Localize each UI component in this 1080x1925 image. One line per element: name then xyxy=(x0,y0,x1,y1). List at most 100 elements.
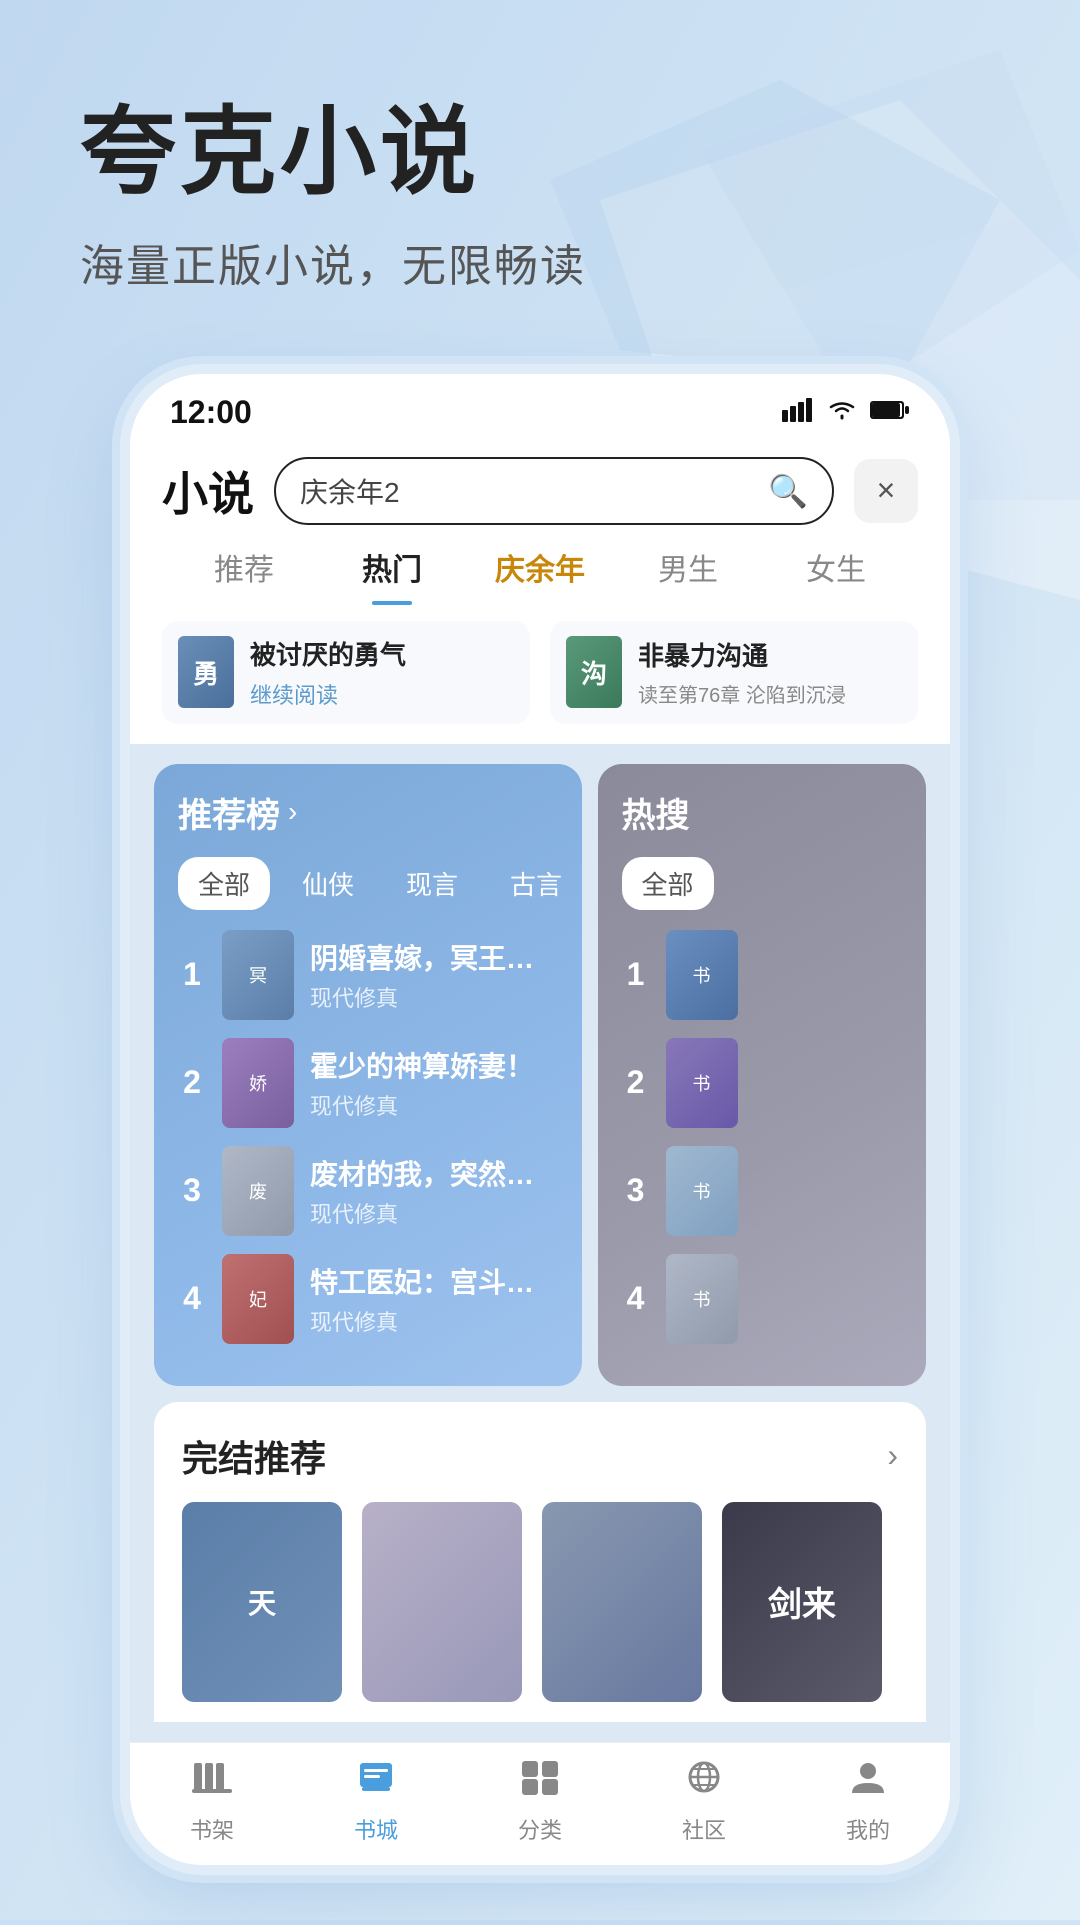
book-title-3: 废材的我，突然有了亿万年 xyxy=(310,1153,558,1193)
close-button[interactable]: × xyxy=(854,459,918,523)
status-bar: 12:00 xyxy=(130,374,950,441)
chip-guyan[interactable]: 古言 xyxy=(490,857,581,910)
completed-book-4[interactable]: 剑来 xyxy=(722,1502,882,1702)
book-genre-3: 现代修真 xyxy=(310,1197,558,1229)
nav-mine[interactable]: 我的 xyxy=(786,1743,950,1865)
nav-bookstore[interactable]: 书城 xyxy=(294,1743,458,1865)
recent-card-2[interactable]: 沟 非暴力沟通 读至第76章 沦陷到沉浸 xyxy=(550,621,918,724)
tab-hot[interactable]: 热门 xyxy=(318,545,466,605)
book-genre-4: 现代修真 xyxy=(310,1305,558,1337)
recommend-chips-row: 全部 仙侠 现言 古言 都市 xyxy=(178,857,558,910)
hotsearch-panel-header: 热搜 xyxy=(622,788,903,837)
completed-cover-1: 天 xyxy=(182,1502,342,1702)
mine-icon xyxy=(848,1759,888,1805)
bookstore-icon xyxy=(356,1759,396,1805)
book-info-1: 阴婚喜嫁，冥王老公沦陷了 现代修真 xyxy=(310,937,558,1013)
completed-book-1[interactable]: 天 xyxy=(182,1502,342,1702)
app-header: 小说 庆余年2 🔍 × xyxy=(130,441,950,525)
hotsearch-book-4[interactable]: 4 书 xyxy=(622,1254,903,1344)
recent-title-2: 非暴力沟通 xyxy=(638,636,902,673)
status-time: 12:00 xyxy=(170,394,252,431)
cover-1: 冥 xyxy=(222,930,294,1020)
chip-xianxia[interactable]: 仙侠 xyxy=(282,857,374,910)
recommend-book-2[interactable]: 2 娇 霍少的神算娇妻！ 现代修真 xyxy=(178,1038,558,1128)
nav-category[interactable]: 分类 xyxy=(458,1743,622,1865)
phone-wrapper: 12:00 xyxy=(0,374,1080,1865)
search-input-text: 庆余年2 xyxy=(300,471,756,511)
category-icon xyxy=(520,1759,560,1805)
tab-female[interactable]: 女生 xyxy=(762,545,910,605)
hotsearch-chip-all[interactable]: 全部 xyxy=(622,857,714,910)
book-genre-2: 现代修真 xyxy=(310,1089,558,1121)
book-title-4: 特工医妃：宫斗全靠我 xyxy=(310,1261,558,1301)
nav-bookshelf[interactable]: 书架 xyxy=(130,1743,294,1865)
community-icon xyxy=(684,1759,724,1805)
bottom-nav: 书架 书城 xyxy=(130,1742,950,1865)
completed-section-header: 完结推荐 › xyxy=(182,1430,898,1482)
chip-all[interactable]: 全部 xyxy=(178,857,270,910)
recommend-book-4[interactable]: 4 妃 特工医妃：宫斗全靠我 现代修真 xyxy=(178,1254,558,1344)
nav-community[interactable]: 社区 xyxy=(622,1743,786,1865)
search-bar[interactable]: 庆余年2 🔍 xyxy=(274,457,834,525)
completed-cover-2 xyxy=(362,1502,522,1702)
hotsearch-cover-4: 书 xyxy=(666,1254,738,1344)
panels-row: 推荐榜 › 全部 仙侠 现言 古言 都市 1 冥 xyxy=(154,764,926,1386)
battery-icon xyxy=(870,399,910,426)
hotsearch-book-1[interactable]: 1 书 xyxy=(622,930,903,1020)
search-icon[interactable]: 🔍 xyxy=(768,472,808,510)
header-logo: 小说 xyxy=(162,458,254,524)
recent-card-1[interactable]: 勇 被讨厌的勇气 继续阅读 xyxy=(162,621,530,724)
hotsearch-rank-4: 4 xyxy=(622,1280,650,1317)
tab-special[interactable]: 庆余年 xyxy=(466,545,614,605)
hotsearch-cover-2: 书 xyxy=(666,1038,738,1128)
recommend-panel-title: 推荐榜 xyxy=(178,788,280,837)
hotsearch-panel: 热搜 全部 1 书 2 书 xyxy=(598,764,927,1386)
cover-2: 娇 xyxy=(222,1038,294,1128)
recent-info-1: 被讨厌的勇气 继续阅读 xyxy=(250,635,514,710)
cover-4: 妃 xyxy=(222,1254,294,1344)
rank-3: 3 xyxy=(178,1172,206,1209)
tabs-row: 推荐 热门 庆余年 男生 女生 xyxy=(130,525,950,605)
phone-frame: 12:00 xyxy=(130,374,950,1865)
recommend-panel-arrow[interactable]: › xyxy=(288,796,297,828)
book-info-2: 霍少的神算娇妻！ 现代修真 xyxy=(310,1045,558,1121)
hotsearch-cover-3: 书 xyxy=(666,1146,738,1236)
hotsearch-book-3[interactable]: 3 书 xyxy=(622,1146,903,1236)
recent-action-1: 继续阅读 xyxy=(250,678,514,710)
completed-section-arrow[interactable]: › xyxy=(887,1437,898,1474)
tab-recommend[interactable]: 推荐 xyxy=(170,545,318,605)
hotsearch-rank-1: 1 xyxy=(622,956,650,993)
nav-bookshelf-label: 书架 xyxy=(190,1813,234,1845)
brand-area: 夸克小说 海量正版小说，无限畅读 xyxy=(0,0,1080,354)
recommend-panel-header: 推荐榜 › xyxy=(178,788,558,837)
completed-book-3[interactable] xyxy=(542,1502,702,1702)
rank-4: 4 xyxy=(178,1280,206,1317)
completed-books-row: 天 剑来 xyxy=(182,1502,898,1702)
hotsearch-chips: 全部 xyxy=(622,857,903,910)
recommend-book-3[interactable]: 3 废 废材的我，突然有了亿万年 现代修真 xyxy=(178,1146,558,1236)
completed-book-2[interactable] xyxy=(362,1502,522,1702)
recent-title-1: 被讨厌的勇气 xyxy=(250,635,514,672)
tab-male[interactable]: 男生 xyxy=(614,545,762,605)
book-info-4: 特工医妃：宫斗全靠我 现代修真 xyxy=(310,1261,558,1337)
book-genre-1: 现代修真 xyxy=(310,981,558,1013)
completed-cover-3 xyxy=(542,1502,702,1702)
completed-section: 完结推荐 › 天 剑来 xyxy=(154,1402,926,1722)
main-content: 推荐榜 › 全部 仙侠 现言 古言 都市 1 冥 xyxy=(130,744,950,1742)
hotsearch-book-2[interactable]: 2 书 xyxy=(622,1038,903,1128)
nav-category-label: 分类 xyxy=(518,1813,562,1845)
app-title: 夸克小说 xyxy=(80,100,1000,206)
rank-1: 1 xyxy=(178,956,206,993)
status-icons xyxy=(782,398,910,427)
recent-action-2: 读至第76章 沦陷到沉浸 xyxy=(638,679,902,708)
recent-thumb-2: 沟 xyxy=(566,636,622,708)
signal-icon xyxy=(782,398,814,427)
app-subtitle: 海量正版小说，无限畅读 xyxy=(80,230,1000,294)
nav-community-label: 社区 xyxy=(682,1813,726,1845)
hotsearch-rank-2: 2 xyxy=(622,1064,650,1101)
recent-thumb-1: 勇 xyxy=(178,636,234,708)
chip-xiandai[interactable]: 现言 xyxy=(386,857,478,910)
hotsearch-rank-3: 3 xyxy=(622,1172,650,1209)
recommend-book-1[interactable]: 1 冥 阴婚喜嫁，冥王老公沦陷了 现代修真 xyxy=(178,930,558,1020)
bookshelf-icon xyxy=(192,1759,232,1805)
